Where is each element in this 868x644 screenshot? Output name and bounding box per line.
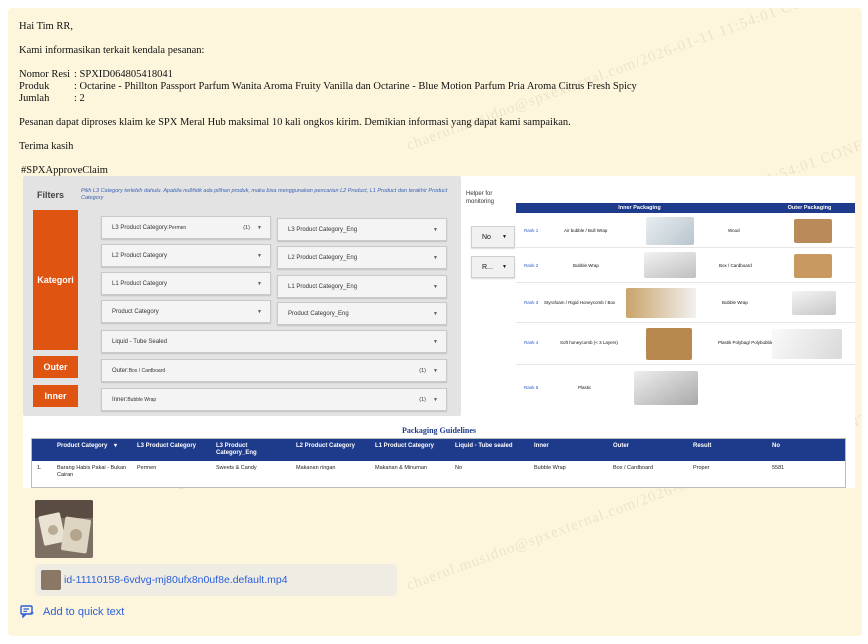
caret-icon: ▼ <box>433 367 438 374</box>
video-attachment[interactable]: id-11110158-6vdvg-mj80ufx8n0uf8e.default… <box>35 564 397 596</box>
packaging-row: Rank 5 Plastic <box>516 365 855 411</box>
caret-icon: ▼ <box>433 310 438 317</box>
caret-icon: ▼ <box>433 226 438 233</box>
packaging-row: Rank 3 Styrofoam / Rigid Honeycomb / Box… <box>516 283 855 323</box>
caret-icon: ▼ <box>502 234 507 240</box>
cardboard-box-image <box>794 254 832 278</box>
l3-category-dropdown[interactable]: L3 Product Category: Permen (1) ▼ <box>101 216 271 239</box>
embedded-screenshot[interactable]: Filters Pilih L3 Category terlebih dahul… <box>23 176 855 488</box>
body-text: Pesanan dapat diproses klaim ke SPX Mera… <box>19 117 571 128</box>
outer-label: Outer <box>33 356 78 378</box>
message-body: Hai Tim RR, Kami informasikan terkait ke… <box>19 21 637 177</box>
closing-text: Terima kasih <box>19 141 74 152</box>
filters-hint: Pilih L3 Category terlebih dahulu. Apabi… <box>81 188 448 201</box>
styrofoam-box-image <box>626 288 696 318</box>
field-resi: Nomor Resi : SPXID064805418041 <box>19 69 173 80</box>
filters-panel: Filters Pilih L3 Category terlebih dahul… <box>23 176 461 416</box>
caret-icon: ▼ <box>257 252 262 259</box>
field-produk: Produk : Octarine - Phillton Passport Pa… <box>19 81 637 92</box>
kategori-label: Kategori <box>33 210 78 350</box>
l1-category-dropdown[interactable]: L1 Product Category ▼ <box>101 272 271 295</box>
field-jumlah: Jumlah : 2 <box>19 93 85 104</box>
inner-dropdown[interactable]: Inner: Bubble Wrap (1) ▼ <box>101 388 447 411</box>
filters-title: Filters <box>37 190 65 200</box>
header-inner-packaging: Inner Packaging <box>516 203 763 213</box>
caret-icon: ▼ <box>502 264 507 270</box>
attachment-filename[interactable]: id-11110158-6vdvg-mj80ufx8n0uf8e.default… <box>64 574 288 586</box>
product-category-eng-dropdown[interactable]: Product Category_Eng ▼ <box>277 302 447 325</box>
product-category-dropdown[interactable]: Product Category ▼ <box>101 300 271 323</box>
photo-thumbnail-icon <box>35 500 93 558</box>
outer-dropdown[interactable]: Outer: Box / Cardboard (1) ▼ <box>101 359 447 382</box>
caret-icon: ▼ <box>257 280 262 287</box>
packaging-row: Rank 1 Air bubble / Bull Wrap Wood <box>516 213 855 248</box>
intro-text: Kami informasikan terkait kendala pesana… <box>19 45 205 56</box>
caret-icon: ▼ <box>257 308 262 315</box>
caret-icon: ▼ <box>433 254 438 261</box>
liquid-tube-dropdown[interactable]: Liquid - Tube Sealed ▼ <box>101 330 447 353</box>
helper-label: Helper for monitoring <box>466 191 495 205</box>
greeting: Hai Tim RR, <box>19 21 73 32</box>
caret-icon: ▼ <box>433 338 438 345</box>
helper-dropdown-r[interactable]: R... ▼ <box>471 256 515 278</box>
packaging-rank-table: Inner Packaging Outer Packaging Rank 1 A… <box>516 203 855 411</box>
bubble-wrap-image <box>646 217 694 245</box>
l2-category-dropdown[interactable]: L2 Product Category ▼ <box>101 244 271 267</box>
add-to-quick-text-button[interactable]: Add to quick text <box>20 605 124 618</box>
l2-category-eng-dropdown[interactable]: L2 Product Category_Eng ▼ <box>277 246 447 269</box>
plastic-bag-image <box>634 371 698 405</box>
packaging-guidelines-title: Packaging Guidelines <box>401 426 476 435</box>
helper-dropdown-no[interactable]: No ▼ <box>471 226 515 248</box>
packaging-row: Rank 2 Bubble Wrap Box / Cardboard <box>516 248 855 283</box>
video-thumbnail-icon <box>41 570 61 590</box>
l3-category-eng-dropdown[interactable]: L3 Product Category_Eng ▼ <box>277 218 447 241</box>
l1-category-eng-dropdown[interactable]: L1 Product Category_Eng ▼ <box>277 275 447 298</box>
message-card: chaerul.musidno@spxexternal.com/2026-01-… <box>8 8 862 636</box>
attachment-image[interactable] <box>35 500 93 558</box>
sort-icon[interactable]: ▾ <box>114 443 117 450</box>
polybag-image <box>772 329 842 359</box>
guidelines-header: Product Category ▾ L3 Product Category L… <box>32 439 845 461</box>
header-outer-packaging: Outer Packaging <box>763 203 855 213</box>
wood-crate-image <box>794 219 832 243</box>
inner-label: Inner <box>33 385 78 407</box>
bubble-wrap-outer-image <box>792 291 836 315</box>
packaging-row: Rank 4 Soft honeycomb (< 3 Layers) Plast… <box>516 323 855 365</box>
honeycomb-paper-image <box>646 328 692 360</box>
caret-icon: ▼ <box>433 396 438 403</box>
quick-text-icon <box>20 605 34 618</box>
bubble-roll-image <box>644 252 696 278</box>
caret-icon: ▼ <box>433 283 438 290</box>
guidelines-table: Product Category ▾ L3 Product Category L… <box>31 438 846 488</box>
caret-icon: ▼ <box>257 224 262 231</box>
